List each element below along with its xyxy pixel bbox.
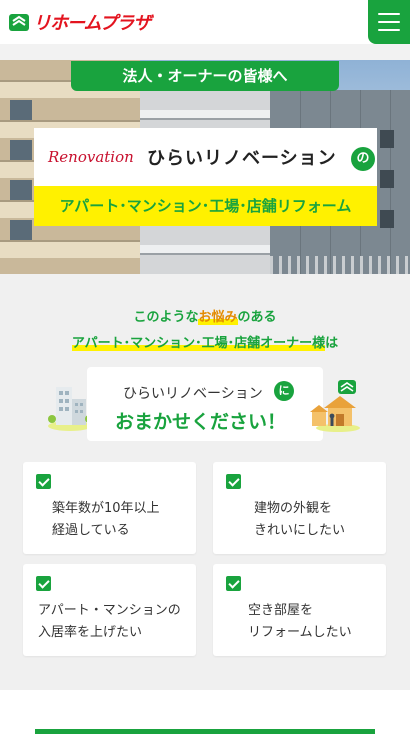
house-illustration <box>310 378 360 432</box>
company-name: ひらいリノベーション <box>147 148 337 169</box>
site-logo[interactable]: リホームプラザ <box>8 9 151 35</box>
particle-badge-ni: に <box>274 381 294 401</box>
checkmark-icon <box>36 474 51 489</box>
checkmark-icon <box>226 576 241 591</box>
owner-banner: 法人・オーナーの皆様へ <box>71 61 339 91</box>
services-box: アパート･マンション･工場･店舗リフォーム <box>34 186 377 226</box>
concern-heading-line1: このようなお悩みのある <box>133 310 277 325</box>
hamburger-icon <box>378 13 400 15</box>
concern-card: 建物の外観を きれいにしたい <box>213 462 386 554</box>
logo-mark-icon <box>8 11 30 33</box>
checkmark-icon <box>226 474 241 489</box>
services-text: アパート･マンション･工場･店舗リフォーム <box>59 197 352 215</box>
hero-title-box: Renovation ひらいリノベーション の <box>34 128 377 186</box>
message-box: ひらいリノベーション に おまかせください！ <box>87 367 323 441</box>
section-divider <box>35 729 375 734</box>
checkmark-icon <box>36 576 51 591</box>
concern-card: 築年数が10年以上 経過している <box>23 462 196 554</box>
concern-heading-line2: アパート･マンション･工場･店舗オーナー様は <box>71 336 339 351</box>
site-header: リホームプラザ <box>0 0 410 44</box>
particle-badge: の <box>351 147 375 171</box>
next-section <box>0 690 410 734</box>
message-leave-it-to-us: おまかせください！ <box>115 411 287 433</box>
menu-button[interactable] <box>368 0 410 44</box>
message-company: ひらいリノベーション <box>123 386 263 402</box>
logo-text: リホームプラザ <box>33 13 151 34</box>
concern-card: 空き部屋を リフォームしたい <box>213 564 386 656</box>
renovation-script: Renovation <box>48 148 134 166</box>
concern-card: アパート・マンションの 入居率を上げたい <box>23 564 196 656</box>
